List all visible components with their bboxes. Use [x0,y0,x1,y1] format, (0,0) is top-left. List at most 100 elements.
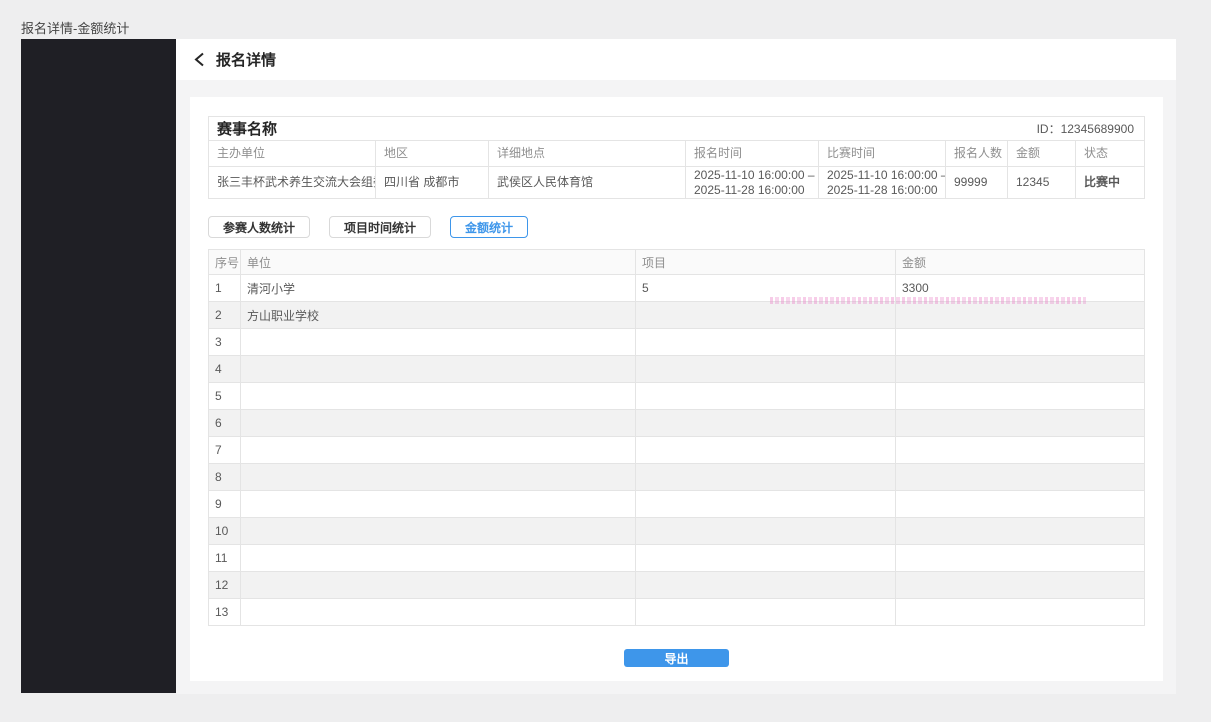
main-area: 报名详情 赛事名称 ID：12345689900 主办单位 地区 详细地点 报名… [176,39,1176,694]
table-row: 13 [209,599,1144,626]
cell-amount [896,599,1144,626]
cell-project [636,572,896,599]
event-name-title: 赛事名称 [217,118,277,139]
cell-no: 5 [209,383,241,410]
table-row: 2 方山职业学校 [209,302,1144,329]
event-col-signup-time: 报名时间 [686,141,819,167]
cell-unit [241,410,636,437]
col-header-no: 序号 [209,250,241,275]
cell-amount [896,491,1144,518]
event-region: 四川省 成都市 [376,167,489,198]
cell-no: 10 [209,518,241,545]
cell-project [636,491,896,518]
cell-no: 13 [209,599,241,626]
cell-amount [896,356,1144,383]
cell-unit: 清河小学 [241,275,636,302]
cell-amount [896,437,1144,464]
cell-project [636,464,896,491]
table-row: 8 [209,464,1144,491]
table-row: 12 [209,572,1144,599]
cell-no: 2 [209,302,241,329]
tab-project-time-stats[interactable]: 项目时间统计 [329,216,431,238]
cell-project [636,329,896,356]
col-header-project: 项目 [636,250,896,275]
cell-no: 4 [209,356,241,383]
col-header-unit: 单位 [241,250,636,275]
event-signup-time: 2025-11-10 16:00:00 – 2025-11-28 16:00:0… [686,167,819,198]
cell-unit [241,491,636,518]
cell-amount [896,545,1144,572]
page-title: 报名详情-金额统计 [21,18,129,37]
cell-unit [241,356,636,383]
event-col-address: 详细地点 [489,141,686,167]
event-address: 武侯区人民体育馆 [489,167,686,198]
cell-project [636,437,896,464]
event-signup-time-line1: 2025-11-10 16:00:00 – [694,168,810,183]
cell-unit [241,383,636,410]
cell-amount [896,410,1144,437]
cell-amount [896,572,1144,599]
event-col-amount: 金额 [1008,141,1076,167]
cell-amount [896,518,1144,545]
cell-amount [896,464,1144,491]
content-card: 赛事名称 ID：12345689900 主办单位 地区 详细地点 报名时间 比赛… [190,97,1163,681]
amount-stats-table: 序号 单位 项目 金额 1 清河小学 5 3300 2 方山职业学校 3 4 5… [208,249,1145,626]
export-button[interactable]: 导出 [624,649,729,667]
event-signup-count: 99999 [946,167,1008,198]
cell-project [636,518,896,545]
table-row: 7 [209,437,1144,464]
cell-no: 9 [209,491,241,518]
event-summary-box: 赛事名称 ID：12345689900 主办单位 地区 详细地点 报名时间 比赛… [208,116,1145,199]
event-status-badge: 比赛中 [1076,167,1144,198]
table-body: 1 清河小学 5 3300 2 方山职业学校 3 4 5 6 7 8 [209,275,1144,626]
table-row: 11 [209,545,1144,572]
cell-no: 11 [209,545,241,572]
event-id-value: 12345689900 [1061,122,1134,136]
cell-project [636,410,896,437]
cell-unit: 方山职业学校 [241,302,636,329]
cell-unit [241,329,636,356]
table-row: 4 [209,356,1144,383]
cell-project: 5 [636,275,896,302]
event-info-table: 主办单位 地区 详细地点 报名时间 比赛时间 报名人数 金额 状态 张三丰杯武术… [209,141,1144,198]
cell-unit [241,518,636,545]
table-row: 10 [209,518,1144,545]
event-match-time-line1: 2025-11-10 16:00:00 – [827,168,937,183]
event-organizer: 张三丰杯武术养生交流大会组委会 [209,167,376,198]
table-row: 5 [209,383,1144,410]
event-col-match-time: 比赛时间 [819,141,946,167]
cell-unit [241,464,636,491]
cell-no: 12 [209,572,241,599]
event-match-time-line2: 2025-11-28 16:00:00 [827,183,937,198]
event-col-organizer: 主办单位 [209,141,376,167]
back-button[interactable]: 报名详情 [193,49,276,70]
cell-no: 8 [209,464,241,491]
col-header-amount: 金额 [896,250,1144,275]
table-row: 9 [209,491,1144,518]
sidebar [21,39,176,693]
cell-amount [896,329,1144,356]
cell-project [636,302,896,329]
cell-no: 1 [209,275,241,302]
cell-project [636,545,896,572]
top-header-bar: 报名详情 [176,39,1176,80]
event-col-region: 地区 [376,141,489,167]
cell-unit [241,599,636,626]
back-chevron-icon [193,52,206,67]
event-amount: 12345 [1008,167,1076,198]
cell-unit [241,437,636,464]
cell-project [636,356,896,383]
cell-unit [241,572,636,599]
tab-participant-stats[interactable]: 参赛人数统计 [208,216,310,238]
table-row: 1 清河小学 5 3300 [209,275,1144,302]
event-id-label: ID： [1037,122,1061,136]
table-row: 3 [209,329,1144,356]
event-col-status: 状态 [1076,141,1144,167]
cell-no: 3 [209,329,241,356]
back-title: 报名详情 [216,49,276,70]
tab-amount-stats[interactable]: 金额统计 [450,216,528,238]
cell-amount [896,302,1144,329]
cell-amount [896,383,1144,410]
event-match-time: 2025-11-10 16:00:00 – 2025-11-28 16:00:0… [819,167,946,198]
event-signup-time-line2: 2025-11-28 16:00:00 [694,183,810,198]
